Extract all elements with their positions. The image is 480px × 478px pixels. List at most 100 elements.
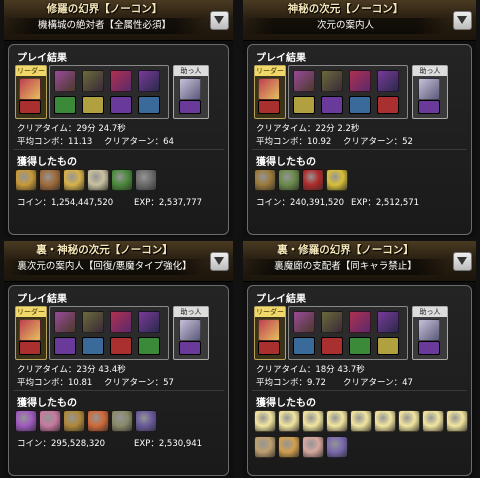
chevron-down-icon: [214, 257, 224, 265]
drop-monster-icon[interactable]: [326, 410, 348, 432]
sub-monster-icon[interactable]: [293, 70, 315, 92]
drop-monster-icon[interactable]: [15, 169, 37, 191]
drop-monster-icon[interactable]: [15, 410, 37, 432]
leader-label: リーダー: [255, 66, 285, 76]
drop-monster-icon[interactable]: [374, 410, 396, 432]
dungeon-header[interactable]: 裏・神秘の次元【ノーコン】 裏次元の案内人【回復/悪魔タイプ強化】: [4, 241, 233, 282]
dropdown-button[interactable]: [453, 252, 472, 271]
drop-monster-icon[interactable]: [135, 410, 157, 432]
assist-icon: [110, 96, 132, 114]
assist-icon: [377, 96, 399, 114]
friend-monster-icon[interactable]: [179, 78, 201, 100]
assist-icon: [138, 96, 160, 114]
drop-monster-icon[interactable]: [278, 169, 300, 191]
coin-amount: コイン：295,528,320: [17, 439, 106, 449]
drop-monster-icon[interactable]: [39, 410, 61, 432]
friend-label: 助っ人: [174, 66, 208, 76]
play-result-title: プレイ結果: [256, 53, 306, 64]
drop-monster-icon[interactable]: [302, 436, 324, 458]
sub-monster-icon[interactable]: [293, 311, 315, 333]
dungeon-header[interactable]: 修羅の幻界【ノーコン】 機構城の絶対者【全属性必須】: [4, 0, 233, 41]
assist-icon: [418, 341, 440, 355]
floor-name: 次元の案内人: [243, 18, 448, 34]
clear-time: クリアタイム：29分 24.7秒: [17, 124, 126, 134]
sub-monster-icon[interactable]: [82, 70, 104, 92]
assist-icon: [82, 337, 104, 355]
leader-monster-icon[interactable]: [19, 78, 41, 100]
sub-monster-icon[interactable]: [321, 70, 343, 92]
drop-monster-icon[interactable]: [254, 436, 276, 458]
leader-monster-icon[interactable]: [258, 319, 280, 341]
drop-monster-icon[interactable]: [302, 410, 324, 432]
average-combo: 平均コンボ：10.81: [17, 378, 93, 388]
leader-monster-icon[interactable]: [19, 319, 41, 341]
sub-monster-icon[interactable]: [110, 311, 132, 333]
dungeon-name: 裏・修羅の幻界【ノーコン】: [277, 244, 414, 256]
drop-monster-icon[interactable]: [63, 169, 85, 191]
dropdown-button[interactable]: [210, 252, 229, 271]
sub-monster-icon[interactable]: [138, 70, 160, 92]
sub-monster-icon[interactable]: [377, 311, 399, 333]
sub-slots: [288, 306, 408, 360]
result-panel: 神秘の次元【ノーコン】次元の案内人プレイ結果リーダー 助っ人クリアタイム：22分 …: [243, 0, 476, 237]
sub-slots: [49, 65, 169, 119]
drop-monster-icon[interactable]: [111, 410, 133, 432]
exp-amount: EXP：2,537,777: [134, 198, 203, 208]
coin-amount: コイン：240,391,520: [256, 198, 345, 208]
result-box: プレイ結果 リーダー 助っ人 クリアタイム：18分 43.7秒 平均コンボ：9.72 クリ…: [247, 285, 472, 476]
drop-monster-icon[interactable]: [326, 436, 348, 458]
drop-monster-icon[interactable]: [254, 169, 276, 191]
clear-turn: クリアターン：52: [343, 137, 413, 147]
floor-name: 裏次元の案内人【回復/悪魔タイプ強化】: [4, 259, 205, 275]
sub-monster-icon[interactable]: [349, 70, 371, 92]
friend-monster-icon[interactable]: [418, 319, 440, 341]
drop-monster-icon[interactable]: [278, 436, 300, 458]
average-combo: 平均コンボ：11.13: [17, 137, 93, 147]
drop-monster-icon[interactable]: [135, 169, 157, 191]
sub-monster-icon[interactable]: [82, 311, 104, 333]
drop-monster-icon[interactable]: [39, 169, 61, 191]
drop-monster-icon[interactable]: [446, 410, 468, 432]
dropdown-button[interactable]: [210, 11, 229, 30]
drop-monster-icon[interactable]: [302, 169, 324, 191]
sub-slots: [49, 306, 169, 360]
drop-monster-icon[interactable]: [87, 169, 109, 191]
leader-monster-icon[interactable]: [258, 78, 280, 100]
drop-monster-icon[interactable]: [326, 169, 348, 191]
result-box: プレイ結果 リーダー 助っ人 クリアタイム：23分 43.4秒 平均コンボ：10.81 ク…: [8, 285, 229, 476]
dropdown-button[interactable]: [453, 11, 472, 30]
drop-monster-icon[interactable]: [63, 410, 85, 432]
sub-monster-icon[interactable]: [138, 311, 160, 333]
friend-slot: 助っ人: [412, 65, 448, 119]
dungeon-header[interactable]: 裏・修羅の幻界【ノーコン】 裏魔廊の支配者【同キャラ禁止】: [243, 241, 476, 282]
drop-monster-icon[interactable]: [111, 169, 133, 191]
drops-title: 獲得したもの: [256, 157, 316, 168]
sub-monster-icon[interactable]: [321, 311, 343, 333]
result-box: プレイ結果リーダー 助っ人クリアタイム：22分 2.2秒 平均コンボ：10.92 クリ…: [247, 44, 472, 235]
clear-time: クリアタイム：22分 2.2秒: [256, 124, 360, 134]
drop-monster-icon[interactable]: [278, 410, 300, 432]
floor-name: 機構城の絶対者【全属性必須】: [4, 18, 205, 34]
friend-monster-icon[interactable]: [179, 319, 201, 341]
play-result-title: プレイ結果: [256, 294, 306, 305]
drop-monster-icon[interactable]: [254, 410, 276, 432]
drops-title: 獲得したもの: [17, 398, 77, 409]
dungeon-name: 神秘の次元【ノーコン】: [287, 3, 404, 15]
average-combo: 平均コンボ：10.92: [256, 137, 332, 147]
result-box: プレイ結果 リーダー 助っ人 クリアタイム：29分 24.7秒 平均コンボ：11.13 ク…: [8, 44, 229, 235]
drop-monster-icon[interactable]: [350, 410, 372, 432]
clear-turn: クリアターン：47: [343, 378, 413, 388]
drop-monster-icon[interactable]: [398, 410, 420, 432]
friend-monster-icon[interactable]: [418, 78, 440, 100]
sub-monster-icon[interactable]: [54, 70, 76, 92]
friend-label: 助っ人: [174, 307, 208, 317]
drop-monster-icon[interactable]: [87, 410, 109, 432]
assist-icon: [82, 96, 104, 114]
sub-monster-icon[interactable]: [110, 70, 132, 92]
dungeon-header[interactable]: 神秘の次元【ノーコン】次元の案内人: [243, 0, 476, 41]
drop-monster-icon[interactable]: [422, 410, 444, 432]
sub-monster-icon[interactable]: [349, 311, 371, 333]
sub-monster-icon[interactable]: [54, 311, 76, 333]
sub-monster-icon[interactable]: [377, 70, 399, 92]
leader-slot: リーダー: [15, 306, 47, 360]
